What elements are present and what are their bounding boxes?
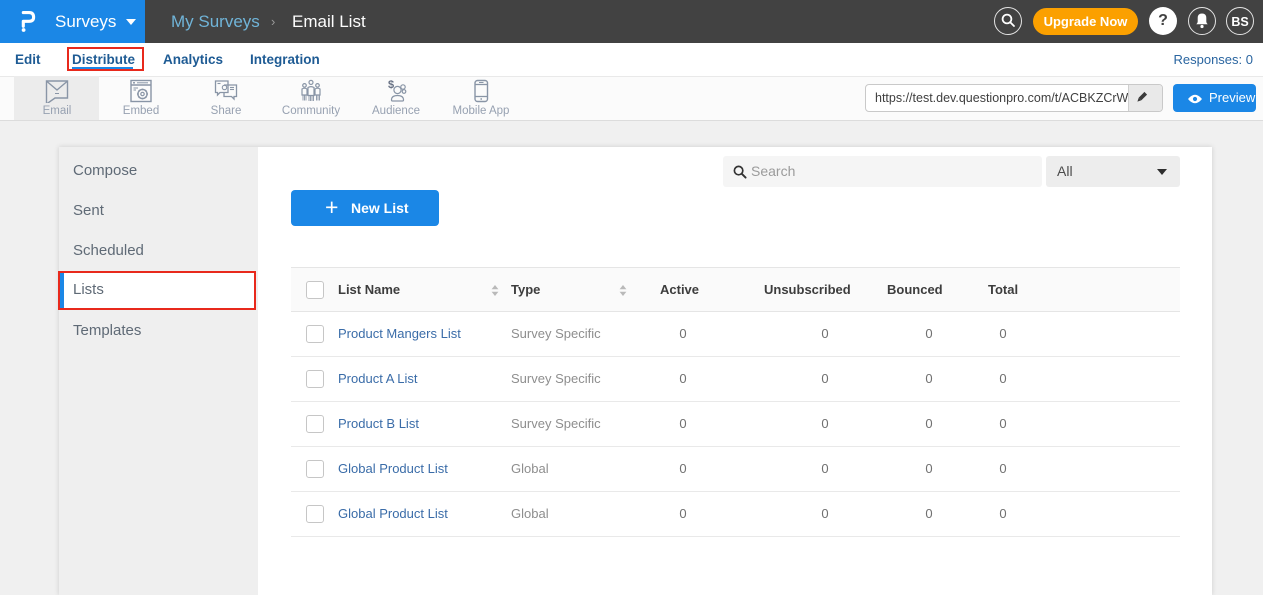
svg-text:$: $: [388, 79, 394, 91]
